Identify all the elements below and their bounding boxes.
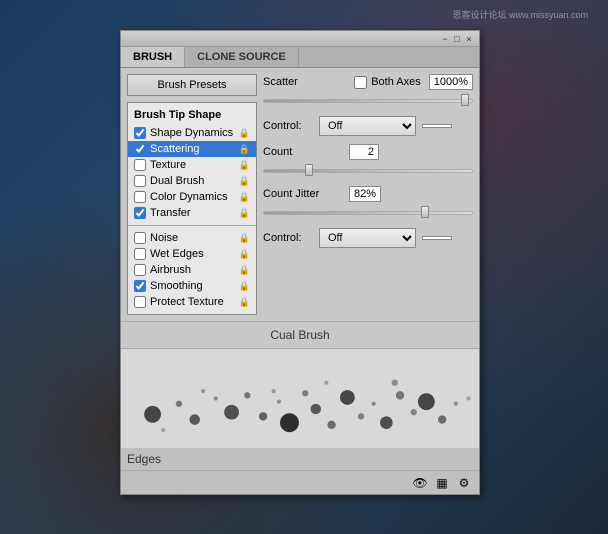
control2-select[interactable]: Off Fade Pen Pressure Pen Tilt [319, 228, 416, 248]
control2-label: Control: [263, 232, 313, 244]
noise-label: Noise [150, 232, 178, 244]
tab-brush[interactable]: BRUSH [121, 47, 185, 67]
close-button[interactable]: × [463, 33, 475, 45]
color-dynamics-checkbox[interactable] [134, 191, 146, 203]
count-label: Count [263, 146, 343, 158]
brush-item-shape-dynamics[interactable]: Shape Dynamics 🔒 [128, 125, 256, 141]
edges-label: Edges [127, 452, 161, 466]
brush-item-smoothing[interactable]: Smoothing 🔒 [128, 278, 256, 294]
scattering-label: Scattering [150, 143, 200, 155]
shape-dynamics-label: Shape Dynamics [150, 127, 233, 139]
wet-edges-label: Wet Edges [150, 248, 204, 260]
control2-row: Control: Off Fade Pen Pressure Pen Tilt [263, 228, 473, 248]
color-dynamics-label: Color Dynamics [150, 191, 228, 203]
list-divider [128, 225, 256, 226]
control1-value [422, 124, 452, 128]
brush-item-noise[interactable]: Noise 🔒 [128, 230, 256, 246]
brush-item-transfer[interactable]: Transfer 🔒 [128, 205, 256, 221]
brush-preview-canvas [121, 349, 479, 448]
protect-texture-label: Protect Texture [150, 296, 224, 308]
brush-item-texture[interactable]: Texture 🔒 [128, 157, 256, 173]
grid-icon[interactable]: ▦ [433, 474, 451, 492]
smoothing-label: Smoothing [150, 280, 203, 292]
right-panel: Scatter Both Axes 1000% Control: Off Fad… [263, 74, 473, 315]
control1-row: Control: Off Fade Pen Pressure Pen Tilt [263, 116, 473, 136]
count-jitter-label: Count Jitter [263, 188, 343, 200]
protect-texture-lock-icon: 🔒 [239, 297, 250, 308]
eye-icon[interactable]: 👁 [411, 474, 429, 492]
watermark: 思客设计论坛 www.missyuan.com [452, 8, 588, 21]
texture-label: Texture [150, 159, 186, 171]
scatter-slider-thumb[interactable] [461, 94, 469, 106]
wet-edges-checkbox[interactable] [134, 248, 146, 260]
control1-select[interactable]: Off Fade Pen Pressure Pen Tilt [319, 116, 416, 136]
tab-clone-source[interactable]: CLONE SOURCE [185, 47, 299, 67]
minimize-button[interactable]: − [439, 33, 451, 45]
brush-list-title: Brush Tip Shape [128, 107, 256, 125]
shape-dynamics-checkbox[interactable] [134, 127, 146, 139]
panel-main-content: Brush Presets Brush Tip Shape Shape Dyna… [121, 68, 479, 321]
transfer-lock-icon: 🔒 [239, 208, 250, 219]
smoothing-lock-icon: 🔒 [239, 281, 250, 292]
brush-list: Brush Tip Shape Shape Dynamics 🔒 Scatter… [127, 102, 257, 315]
color-dynamics-lock-icon: 🔒 [239, 192, 250, 203]
count-row: Count 2 [263, 144, 473, 160]
cual-brush-label: Cual Brush [270, 328, 329, 342]
left-panel: Brush Presets Brush Tip Shape Shape Dyna… [127, 74, 257, 315]
panel-titlebar: − □ × [121, 31, 479, 47]
dual-brush-label: Dual Brush [150, 175, 204, 187]
brush-item-color-dynamics[interactable]: Color Dynamics 🔒 [128, 189, 256, 205]
brush-item-scattering[interactable]: Scattering 🔒 [128, 141, 256, 157]
maximize-button[interactable]: □ [451, 33, 463, 45]
brush-panel: − □ × BRUSH CLONE SOURCE Brush Presets B… [120, 30, 480, 495]
cual-brush-area: Cual Brush [121, 321, 479, 348]
count-value: 2 [349, 144, 379, 160]
airbrush-checkbox[interactable] [134, 264, 146, 276]
transfer-checkbox[interactable] [134, 207, 146, 219]
airbrush-label: Airbrush [150, 264, 191, 276]
noise-checkbox[interactable] [134, 232, 146, 244]
count-jitter-value: 82% [349, 186, 381, 202]
scattering-checkbox[interactable] [134, 143, 146, 155]
count-slider-thumb[interactable] [305, 164, 313, 176]
brush-item-airbrush[interactable]: Airbrush 🔒 [128, 262, 256, 278]
scatter-value: 1000% [429, 74, 473, 90]
brush-item-protect-texture[interactable]: Protect Texture 🔒 [128, 294, 256, 310]
scatter-label: Scatter [263, 76, 313, 88]
both-axes-group: Both Axes [354, 76, 421, 89]
settings-icon[interactable]: ⚙ [455, 474, 473, 492]
control1-label: Control: [263, 120, 313, 132]
panel-footer: 👁 ▦ ⚙ [121, 470, 479, 494]
dual-brush-checkbox[interactable] [134, 175, 146, 187]
scattering-lock-icon: 🔒 [239, 144, 250, 155]
wet-edges-lock-icon: 🔒 [239, 249, 250, 260]
brush-presets-button[interactable]: Brush Presets [127, 74, 257, 96]
smoothing-checkbox[interactable] [134, 280, 146, 292]
both-axes-checkbox[interactable] [354, 76, 367, 89]
panel-tabs: BRUSH CLONE SOURCE [121, 47, 479, 68]
scatter-row: Scatter Both Axes 1000% [263, 74, 473, 90]
both-axes-label: Both Axes [371, 76, 421, 88]
brush-item-wet-edges[interactable]: Wet Edges 🔒 [128, 246, 256, 262]
airbrush-lock-icon: 🔒 [239, 265, 250, 276]
shape-dynamics-lock-icon: 🔒 [239, 128, 250, 139]
brush-item-dual-brush[interactable]: Dual Brush 🔒 [128, 173, 256, 189]
texture-lock-icon: 🔒 [239, 160, 250, 171]
control2-value [422, 236, 452, 240]
dual-brush-lock-icon: 🔒 [239, 176, 250, 187]
count-jitter-row: Count Jitter 82% [263, 186, 473, 202]
noise-lock-icon: 🔒 [239, 233, 250, 244]
edges-area: Edges [121, 448, 479, 470]
transfer-label: Transfer [150, 207, 191, 219]
protect-texture-checkbox[interactable] [134, 296, 146, 308]
texture-checkbox[interactable] [134, 159, 146, 171]
preview-area [121, 348, 479, 448]
count-jitter-slider-thumb[interactable] [421, 206, 429, 218]
